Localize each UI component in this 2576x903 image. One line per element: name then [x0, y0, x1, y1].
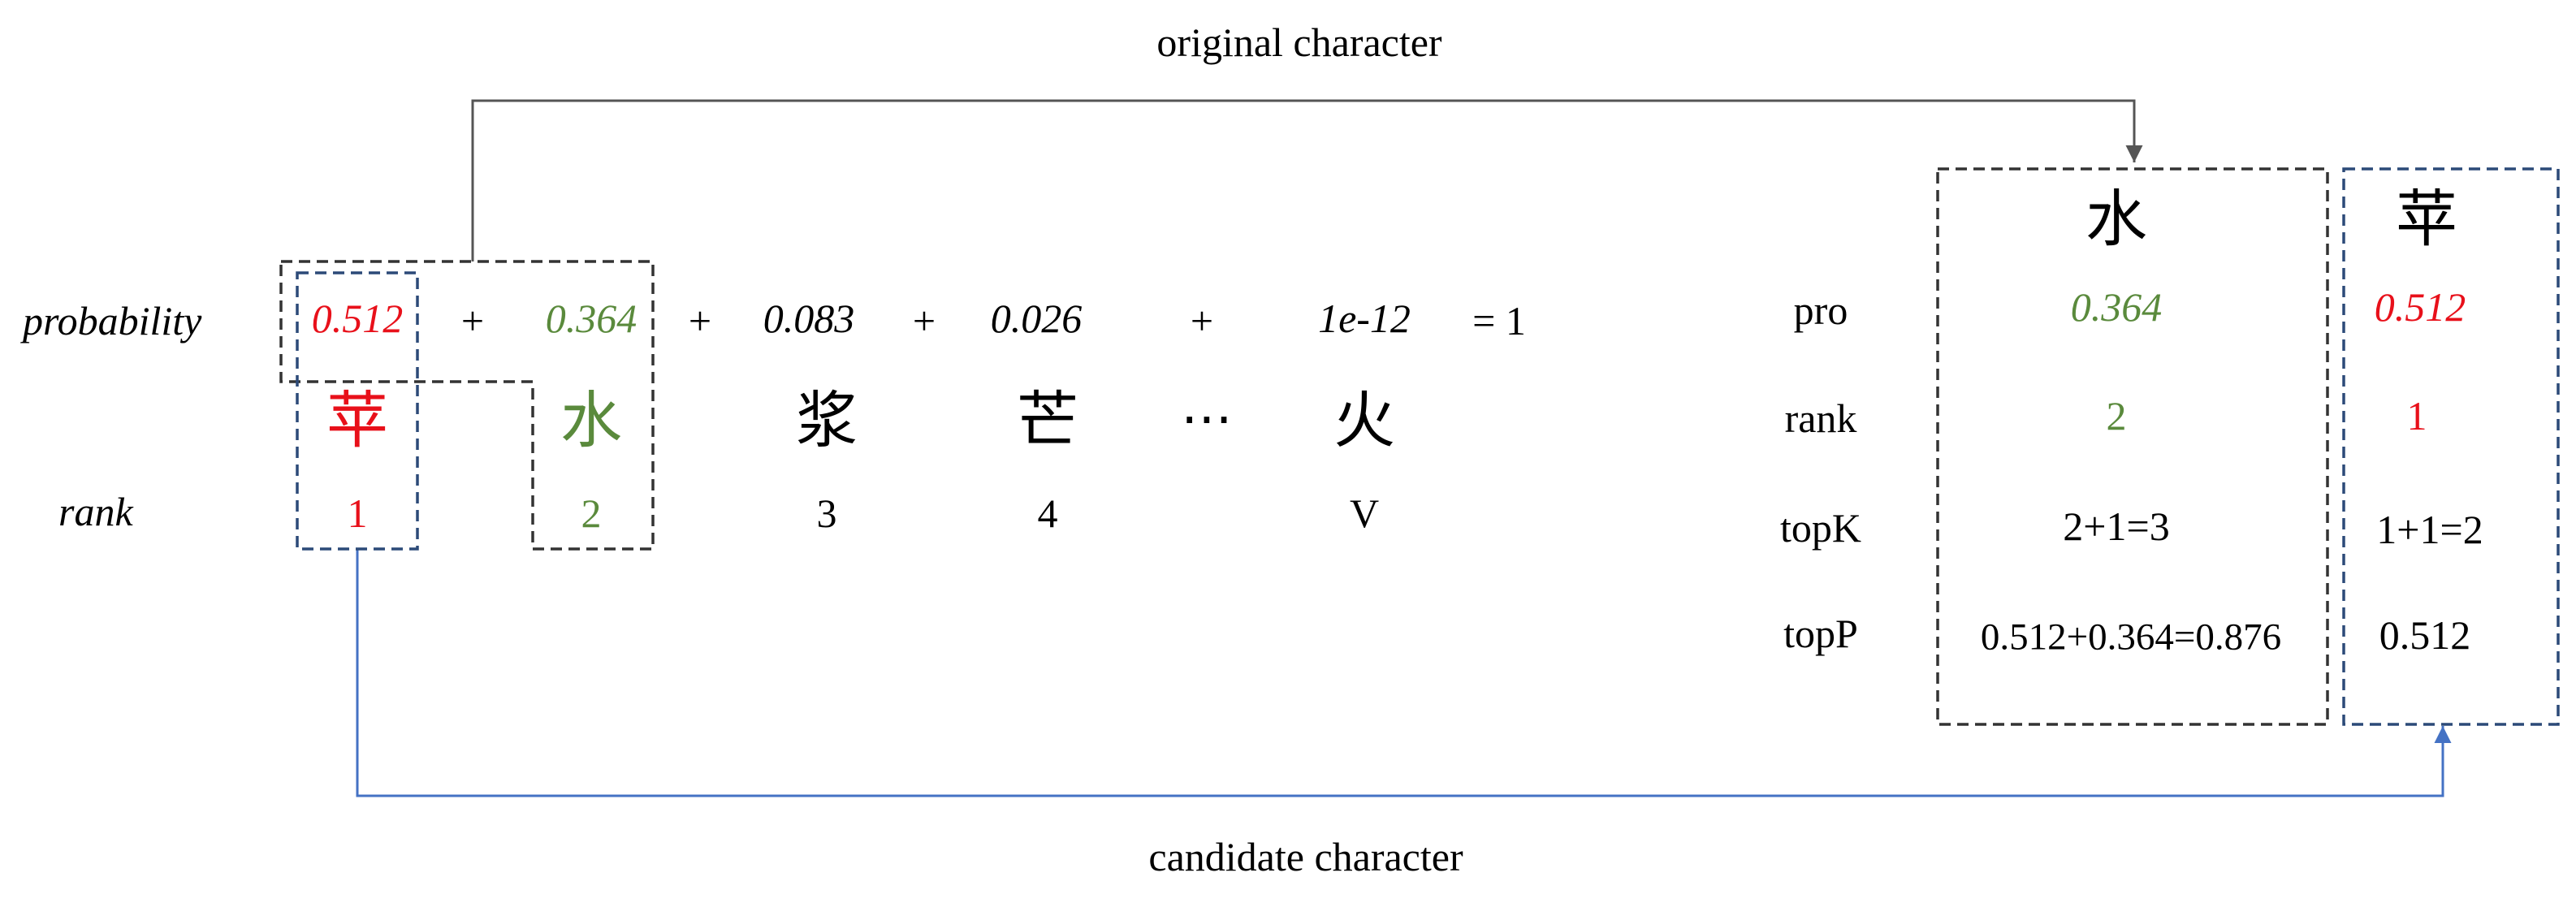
probability-value: 0.364 — [545, 296, 638, 341]
rank-value: V — [1349, 490, 1380, 536]
rank-value: 4 — [1037, 490, 1058, 536]
equals-one: = 1 — [1472, 298, 1526, 343]
candidate-character-arrow — [356, 549, 2452, 797]
table-row-label-rank: rank — [1784, 395, 1857, 441]
probability-value: 0.026 — [990, 296, 1083, 341]
original-character-arrow — [471, 99, 2143, 261]
ellipsis: ⋯ — [1181, 389, 1233, 449]
original-topk-value: 2+1=3 — [2063, 503, 2170, 549]
original-character-caption: original character — [1156, 19, 1442, 65]
probability-ranking-diagram: original character candidate character p… — [0, 0, 2576, 903]
probability-label: probability — [23, 298, 202, 343]
rank-value: 3 — [816, 490, 837, 536]
original-topp-value: 0.512+0.364=0.876 — [1980, 616, 2282, 659]
table-row-label-topk: topK — [1780, 505, 1861, 551]
candidate-topk-value: 1+1=2 — [2376, 507, 2483, 552]
token-character: 水 — [560, 384, 622, 456]
original-rank-value: 2 — [2106, 393, 2127, 439]
plus-sign: + — [460, 298, 485, 343]
table-row-label-topp: topP — [1783, 611, 1858, 656]
probability-value: 0.512 — [311, 296, 404, 341]
table-row-label-pro: pro — [1793, 287, 1848, 333]
plus-sign: + — [688, 298, 712, 343]
rank-value: 2 — [581, 490, 602, 536]
candidate-character: 苹 — [2396, 183, 2457, 255]
candidate-rank-value: 1 — [2406, 393, 2427, 439]
candidate-character-caption: candidate character — [1148, 834, 1463, 879]
probability-value: 0.083 — [763, 296, 855, 341]
probability-value: 1e-12 — [1318, 296, 1411, 341]
token-character: 浆 — [796, 384, 858, 456]
original-pro-value: 0.364 — [2070, 284, 2163, 330]
token-character: 火 — [1333, 384, 1395, 456]
token-character: 苹 — [326, 384, 388, 456]
candidate-topp-value: 0.512 — [2379, 612, 2471, 658]
plus-sign: + — [912, 298, 936, 343]
rank-value: 1 — [347, 490, 368, 536]
original-character: 水 — [2085, 183, 2147, 255]
token-character: 芒 — [1017, 384, 1078, 456]
candidate-pro-value: 0.512 — [2374, 284, 2466, 330]
plus-sign: + — [1190, 298, 1214, 343]
rank-label: rank — [58, 489, 133, 534]
